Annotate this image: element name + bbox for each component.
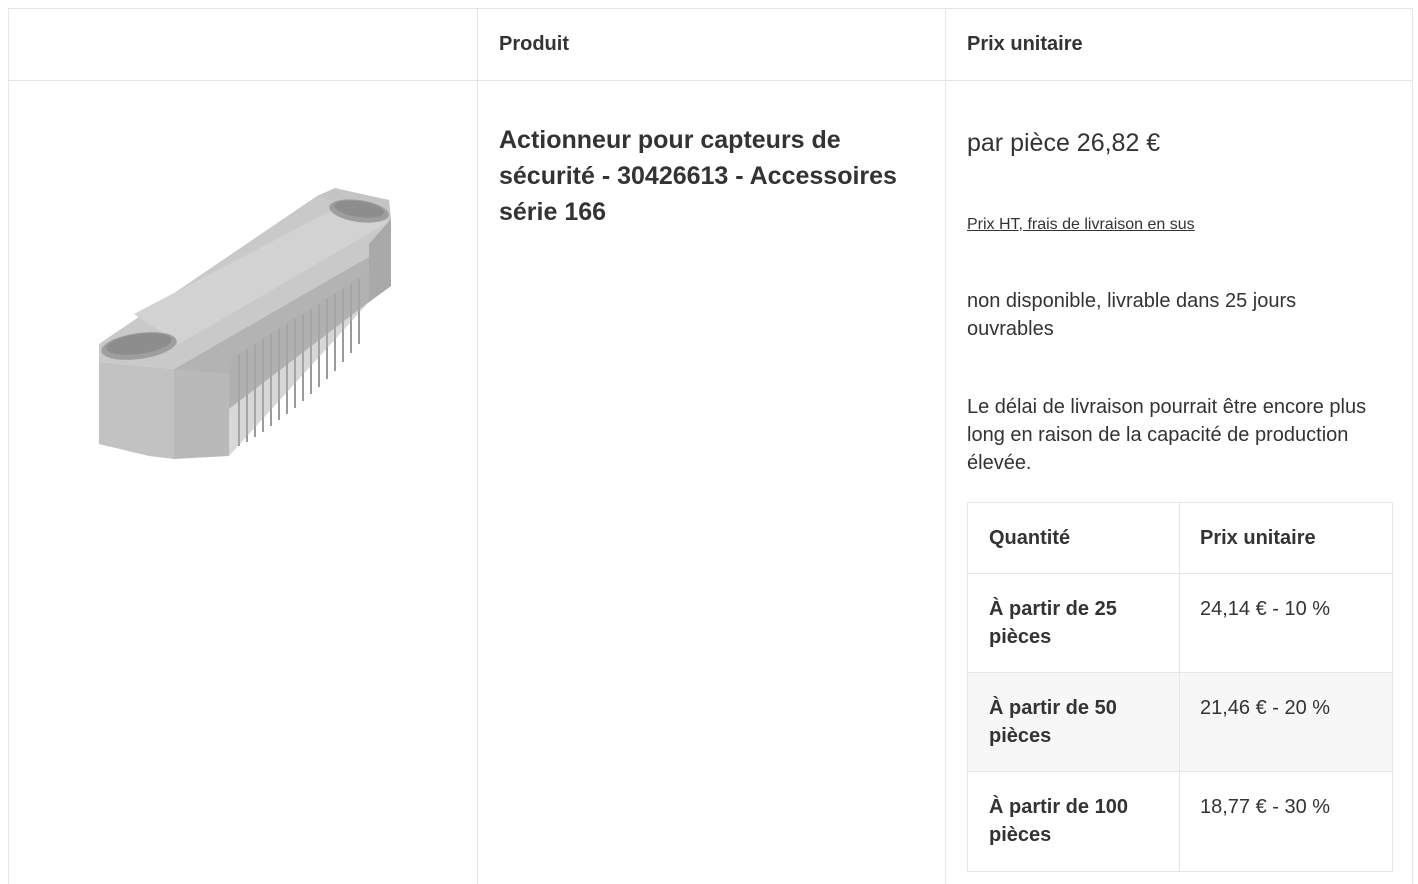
price-cell: 21,46 € - 20 %: [1200, 697, 1331, 719]
availability-text: non disponible, livrable dans 25 jours o…: [967, 290, 1297, 340]
header-unit-price: Prix unitaire: [967, 33, 1083, 55]
column-divider: [477, 9, 478, 884]
delay-note: Le délai de livraison pourrait être enco…: [967, 396, 1367, 474]
product-image[interactable]: [89, 174, 399, 459]
price-per-piece: par pièce 26,82 €: [967, 129, 1161, 157]
actuator-icon: [99, 188, 391, 459]
quantity-header: Quantité: [989, 527, 1071, 549]
product-title[interactable]: Actionneur pour capteurs de sécurité - 3…: [499, 122, 909, 230]
quantity-price-table: Quantité Prix unitaire À partir de 25 pi…: [967, 502, 1393, 872]
header-product: Produit: [499, 33, 569, 55]
price-cell: 18,77 € - 30 %: [1200, 796, 1331, 818]
table-row: À partir de 100 pièces 18,77 € - 30 %: [968, 772, 1392, 871]
table-row: À partir de 50 pièces 21,46 € - 20 %: [968, 673, 1392, 772]
unit-price-header: Prix unitaire: [1200, 527, 1316, 549]
quantity-table-header: Quantité Prix unitaire: [968, 503, 1392, 574]
table-header: Produit Prix unitaire: [9, 9, 1412, 81]
price-cell: 24,14 € - 10 %: [1200, 598, 1331, 620]
table-row: À partir de 25 pièces 24,14 € - 10 %: [968, 574, 1392, 673]
product-table: Produit Prix unitaire Actionneur pour ca…: [8, 8, 1413, 884]
column-divider: [945, 9, 946, 884]
quantity-cell: À partir de 25 pièces: [989, 598, 1117, 648]
quantity-cell: À partir de 50 pièces: [989, 697, 1117, 747]
tax-shipping-link[interactable]: Prix HT, frais de livraison en sus: [967, 216, 1195, 234]
quantity-cell: À partir de 100 pièces: [989, 796, 1128, 846]
quantity-table-divider: [1179, 503, 1180, 871]
